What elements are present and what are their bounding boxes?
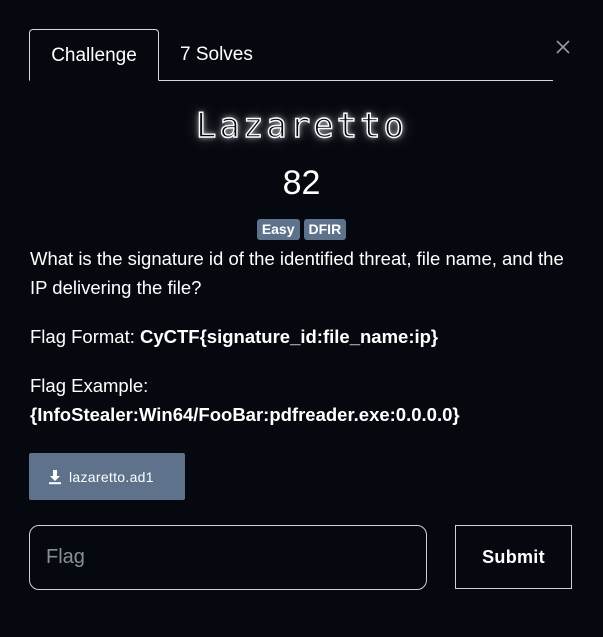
close-button[interactable] xyxy=(554,38,572,56)
tag-category: DFIR xyxy=(303,219,347,240)
tag-difficulty: Easy xyxy=(256,219,300,240)
challenge-modal: Challenge 7 Solves Lazaretto 82 Easy DFI… xyxy=(0,0,603,637)
download-file-name: lazaretto.ad1 xyxy=(69,468,154,485)
download-file-button[interactable]: lazaretto.ad1 xyxy=(29,453,185,500)
flag-input[interactable] xyxy=(29,525,427,590)
download-icon xyxy=(49,469,61,484)
challenge-points: 82 xyxy=(282,164,321,202)
flag-format-label: Flag Format: xyxy=(30,326,140,347)
description-text: What is the signature id of the identifi… xyxy=(30,248,564,298)
challenge-description: What is the signature id of the identifi… xyxy=(30,244,575,429)
tab-challenge[interactable]: Challenge xyxy=(29,29,159,81)
challenge-tags: Easy DFIR xyxy=(0,219,603,240)
tab-solves[interactable]: 7 Solves xyxy=(180,29,253,81)
challenge-title: Lazaretto xyxy=(195,105,408,146)
submit-button[interactable]: Submit xyxy=(455,525,572,589)
flag-format: Flag Format: CyCTF{signature_id:file_nam… xyxy=(30,322,575,351)
flag-example-label: Flag Example: xyxy=(30,375,149,396)
close-icon xyxy=(556,40,570,54)
challenge-tabs: Challenge 7 Solves xyxy=(29,29,553,81)
flag-format-value: CyCTF{signature_id:file_name:ip} xyxy=(140,326,439,347)
flag-example-value: {InfoStealer:Win64/FooBar:pdfreader.exe:… xyxy=(30,404,460,425)
